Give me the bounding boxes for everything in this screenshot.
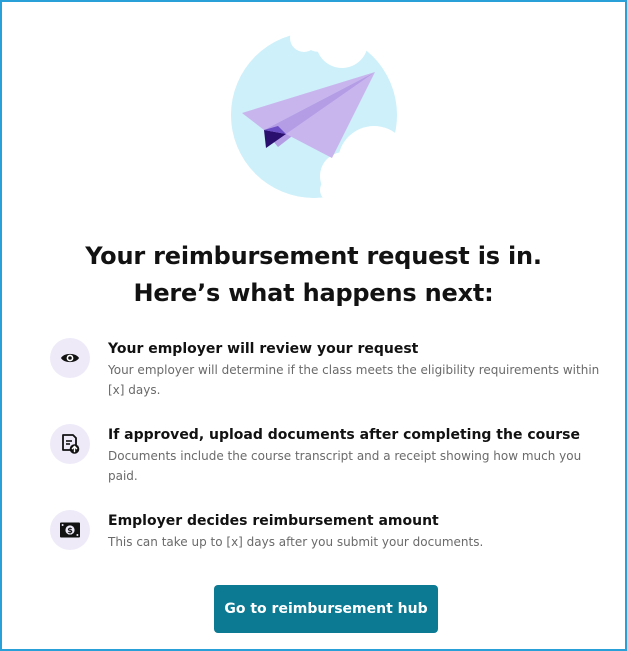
document-upload-icon xyxy=(50,424,90,464)
step-review: Your employer will review your request Y… xyxy=(50,338,610,424)
step-description: Documents include the course transcript … xyxy=(108,449,582,483)
step-review-text: Your employer will review your request Y… xyxy=(108,339,604,400)
go-to-reimbursement-hub-button[interactable]: Go to reimbursement hub xyxy=(214,585,438,633)
next-steps-list: Your employer will review your request Y… xyxy=(50,338,610,596)
svg-text:$: $ xyxy=(67,526,73,535)
money-icon: $ xyxy=(50,510,90,550)
page-title-line-1: Your reimbursement request is in. xyxy=(85,242,542,270)
step-title: Employer decides reimbursement amount xyxy=(108,513,439,529)
page-title-line-2: Here’s what happens next: xyxy=(133,279,494,307)
page-title: Your reimbursement request is in. Here’s… xyxy=(2,238,625,312)
step-upload: If approved, upload documents after comp… xyxy=(50,424,610,510)
step-description: Your employer will determine if the clas… xyxy=(108,363,600,397)
step-title: If approved, upload documents after comp… xyxy=(108,427,580,443)
step-title: Your employer will review your request xyxy=(108,341,419,357)
step-amount: $ Employer decides reimbursement amount … xyxy=(50,510,610,596)
step-amount-text: Employer decides reimbursement amount Th… xyxy=(108,511,604,552)
eye-icon xyxy=(50,338,90,378)
dialog-frame: Your reimbursement request is in. Here’s… xyxy=(0,0,627,651)
paper-plane-illustration xyxy=(231,30,406,200)
step-upload-text: If approved, upload documents after comp… xyxy=(108,425,604,486)
step-description: This can take up to [x] days after you s… xyxy=(108,535,484,549)
